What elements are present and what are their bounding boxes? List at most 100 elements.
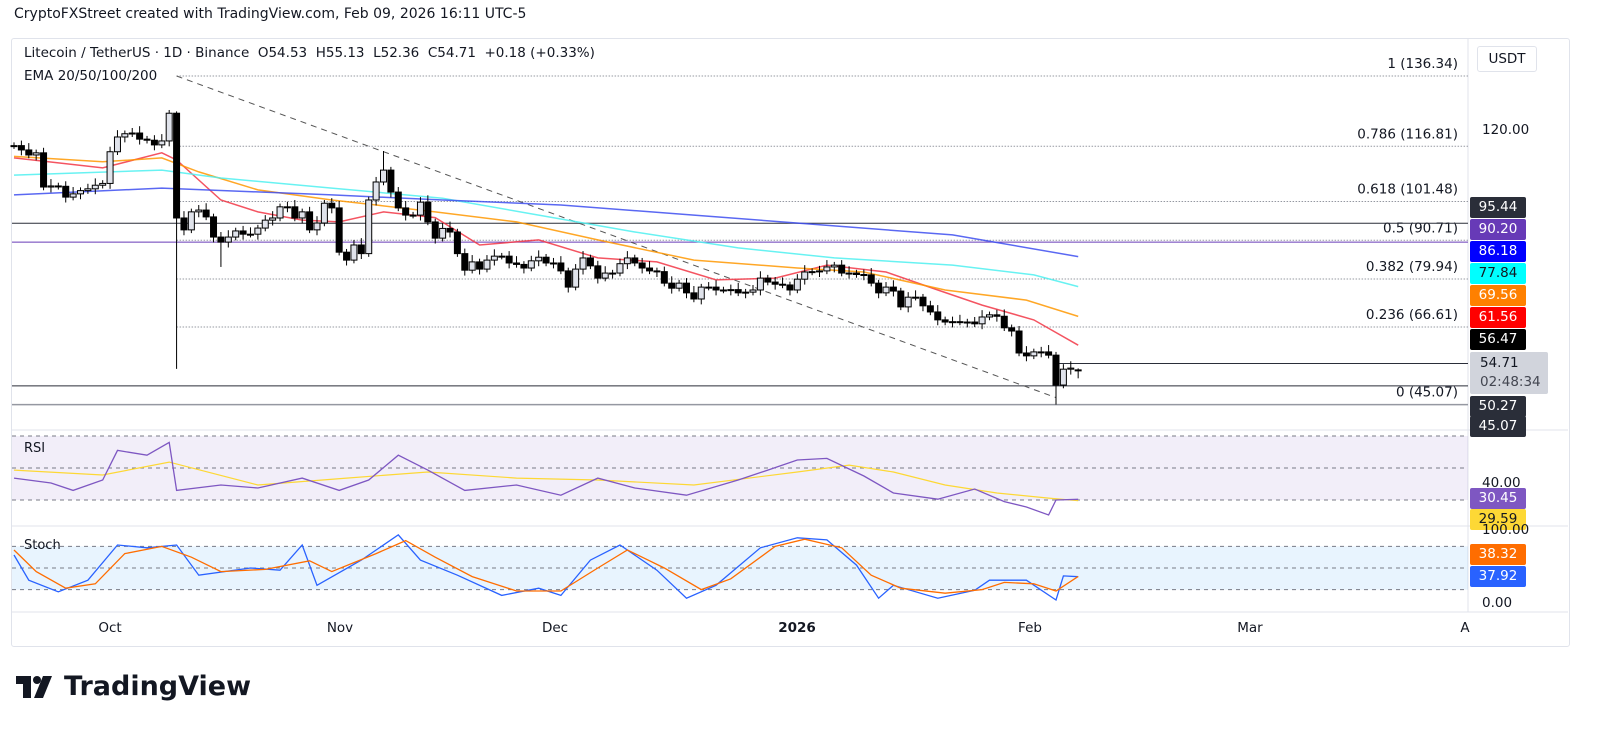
candle-body [468,261,476,271]
candle-body [816,270,824,273]
candle-body [10,145,18,148]
candle-body [424,201,432,223]
time-axis-label: Feb [1018,620,1042,636]
candle-body [867,274,875,284]
candle-body [409,214,417,217]
candle-body [771,281,779,285]
price-tag: 50.27 [1470,396,1526,417]
fib-level-label: 0.786 (116.81) [1357,126,1458,142]
candle-body [498,255,506,258]
candle-body [1030,351,1038,357]
candle-body [697,286,705,300]
candle-body [786,284,794,291]
fib-level-label: 0.382 (79.94) [1366,259,1458,275]
candle-body [1015,330,1023,354]
time-axis-label: Mar [1237,620,1263,636]
candle-body [32,152,40,156]
candle-body [882,286,890,294]
candle-body [941,319,949,323]
candle-body [210,216,218,238]
candle-body [749,289,757,293]
tradingview-logo: TradingView [16,671,251,702]
price-tag: 86.18 [1470,241,1526,262]
price-tag: 77.84 [1470,263,1526,284]
currency-button[interactable]: USDT [1477,46,1537,72]
candle-body [734,289,742,294]
candle-body [542,256,550,264]
candle-body [439,227,447,239]
indicator-legend-ema[interactable]: EMA 20/50/100/200 [24,68,157,84]
candle-body [985,314,993,318]
candle-body [823,266,831,272]
candle-body [912,296,920,299]
candle-body [601,272,609,279]
candle-body [535,256,543,262]
candle-body [283,206,291,209]
indicator-legend-stoch[interactable]: Stoch [24,538,61,553]
candle-body [54,185,62,188]
candle-body [520,263,528,269]
stoch-value-tag: 37.92 [1470,566,1526,587]
candle-body [904,296,912,308]
candle-body [1074,369,1082,372]
candle-body [343,251,351,261]
candle-body [808,271,816,274]
candle-body [483,259,491,270]
candle-body [269,217,277,221]
candle-body [934,311,942,321]
fib-level-label: 0 (45.07) [1396,385,1458,401]
candle-body [586,257,594,267]
stoch-tick-bottom: 0.00 [1482,595,1513,611]
candle-body [77,190,85,195]
fib-level-label: 0.236 (66.61) [1366,307,1458,323]
brand-name: TradingView [64,671,252,702]
candle-body [963,321,971,324]
candle-body [17,145,25,151]
candle-body [202,209,210,218]
price-tag: 69.56 [1470,285,1526,306]
candle-body [372,181,380,201]
candle-body [276,206,284,219]
candle-body [453,231,461,255]
candle-body [187,211,195,231]
time-axis-label: 2026 [778,620,816,636]
candle-body [99,182,107,186]
candle-body [860,274,868,277]
candle-body [313,222,321,231]
candle-body [623,257,631,265]
candle-body [47,185,55,188]
time-axis-label: A [1460,620,1470,636]
candle-body [978,316,986,325]
candle-body [897,290,905,308]
candle-body [394,191,402,209]
candle-body [380,169,387,183]
price-tag: 95.44 [1470,197,1526,218]
candle-body [1000,315,1008,329]
candle-body [852,272,860,276]
indicator-legend-rsi[interactable]: RSI [24,441,45,456]
price-chart[interactable]: 1 (136.34) 0.786 (116.81) 0.618 (101.48) 0.… [0,0,1600,650]
last-price: 54.71 [1480,355,1519,371]
candle-body [926,305,934,313]
candle-body [956,321,964,324]
candle-body [572,268,580,288]
candle-body [180,217,188,231]
candle-body [838,264,846,274]
candle-body [742,291,750,294]
candle-body [660,271,668,284]
candle-body [246,233,254,236]
candle-body [106,151,114,184]
candle-body [136,132,144,140]
candle-body [1008,327,1016,332]
trendline [176,75,1057,399]
candle-body [173,112,181,219]
candle-body [431,221,439,239]
candle-body [889,286,897,292]
candle-body [402,207,410,216]
candle-body [690,292,698,300]
candle-body [638,262,646,269]
price-tag: 61.56 [1470,307,1526,328]
candle-body [845,272,853,275]
candle-body [801,271,809,280]
candle-body [668,282,676,289]
